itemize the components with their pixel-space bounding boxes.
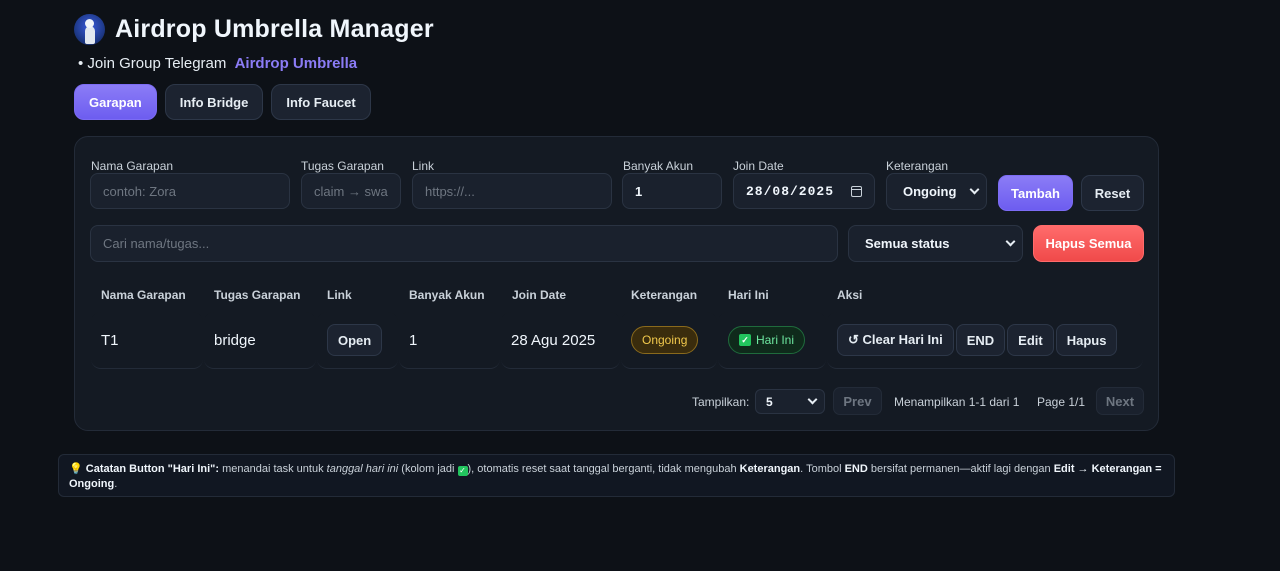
link-input[interactable]: https://... xyxy=(412,173,612,209)
note-title: Catatan Button "Hari Ini": xyxy=(85,463,220,475)
chevron-down-icon xyxy=(807,394,818,405)
edit-button[interactable]: Edit xyxy=(1007,324,1054,356)
app-header: Airdrop Umbrella Manager xyxy=(74,14,434,45)
col-header-join-date: Join Date xyxy=(512,288,567,302)
cell-hari-ini: ✓ Hari Ini xyxy=(718,312,826,369)
subtitle: • Join Group Telegram Airdrop Umbrella xyxy=(78,55,357,72)
hari-ini-label: Hari Ini xyxy=(756,333,795,347)
check-icon: ✓ xyxy=(739,334,751,346)
cell-nama: T1 xyxy=(91,312,203,369)
hari-ini-badge: ✓ Hari Ini xyxy=(728,326,806,354)
note-text: bersifat permanen—aktif lagi dengan xyxy=(867,463,1054,475)
tab-garapan[interactable]: Garapan xyxy=(74,84,157,120)
col-header-keterangan: Keterangan xyxy=(631,288,698,302)
note-box: 💡 Catatan Button "Hari Ini": menandai ta… xyxy=(58,454,1175,497)
chevron-down-icon xyxy=(969,184,980,195)
join-date-input[interactable]: 28/08/2025 xyxy=(733,173,875,209)
status-badge: Ongoing xyxy=(631,326,699,354)
prev-button[interactable]: Prev xyxy=(833,387,882,415)
check-icon: ✓ xyxy=(457,466,468,476)
keterangan-select-value: Ongoing xyxy=(903,184,957,199)
note-em: tanggal hari ini xyxy=(326,463,399,475)
col-header-hari-ini: Hari Ini xyxy=(728,288,769,302)
status-filter-value: Semua status xyxy=(865,236,950,251)
cell-keterangan: Ongoing xyxy=(621,312,717,369)
clear-hari-ini-button[interactable]: ↺ Clear Hari Ini xyxy=(837,324,954,356)
akun-input[interactable]: 1 xyxy=(622,173,722,209)
cell-link: Open xyxy=(317,312,398,369)
hapus-button[interactable]: Hapus xyxy=(1055,324,1118,356)
cell-aksi: ↺ Clear Hari Ini END Edit Hapus xyxy=(827,312,1143,369)
date-label: Join Date xyxy=(733,159,784,173)
garapan-panel: Nama Garapan Tugas Garapan Link Banyak A… xyxy=(74,136,1159,431)
search-input[interactable]: Cari nama/tugas... xyxy=(90,225,838,262)
col-header-link: Link xyxy=(327,288,352,302)
hapus-semua-button[interactable]: Hapus Semua xyxy=(1033,225,1144,262)
page-info: Page 1/1 xyxy=(1037,395,1086,409)
nama-input[interactable]: contoh: Zora xyxy=(90,173,290,209)
note-bold: END xyxy=(844,463,868,475)
cell-akun: 1 xyxy=(399,312,500,369)
keterangan-label: Keterangan xyxy=(886,159,949,173)
col-header-akun: Banyak Akun xyxy=(409,288,485,302)
akun-label: Banyak Akun xyxy=(623,159,694,173)
app-title: Airdrop Umbrella Manager xyxy=(115,15,434,43)
pagination-summary: Menampilkan 1-1 dari 1 xyxy=(894,395,1020,409)
col-header-nama: Nama Garapan xyxy=(101,288,186,302)
chevron-down-icon xyxy=(1005,236,1016,247)
note-text: (kolom jadi xyxy=(398,463,458,475)
page-size-value: 5 xyxy=(766,394,773,409)
cell-join-date: 28 Agu 2025 xyxy=(501,312,620,369)
tugas-label: Tugas Garapan xyxy=(301,159,384,173)
logo-icon xyxy=(74,14,105,45)
reset-button[interactable]: Reset xyxy=(1081,175,1144,211)
tugas-input[interactable]: claim → swa xyxy=(301,173,401,209)
note-text: . xyxy=(114,478,118,490)
note-bold: Keterangan xyxy=(739,463,801,475)
note-text: ), otomatis reset saat tanggal berganti,… xyxy=(467,463,740,475)
join-date-value: 28/08/2025 xyxy=(746,183,835,199)
lightbulb-icon: 💡 xyxy=(69,463,83,475)
cell-tugas: bridge xyxy=(204,312,316,369)
keterangan-select[interactable]: Ongoing xyxy=(886,173,987,210)
tab-info-bridge[interactable]: Info Bridge xyxy=(164,84,264,120)
link-label: Link xyxy=(412,159,435,173)
tab-info-faucet[interactable]: Info Faucet xyxy=(271,84,371,120)
page-size-select[interactable]: 5 xyxy=(755,389,825,414)
calendar-icon[interactable] xyxy=(851,185,862,197)
col-header-aksi: Aksi xyxy=(837,288,863,302)
tambah-button[interactable]: Tambah xyxy=(998,175,1073,211)
note-text: . Tombol xyxy=(800,463,845,475)
tab-bar: Garapan Info Bridge Info Faucet xyxy=(74,84,371,120)
subtitle-text: • Join Group Telegram xyxy=(78,55,227,72)
status-filter-select[interactable]: Semua status xyxy=(848,225,1023,262)
open-link-button[interactable]: Open xyxy=(327,324,383,356)
note-text: menandai task untuk xyxy=(219,463,327,475)
telegram-link[interactable]: Airdrop Umbrella xyxy=(235,55,358,72)
col-header-tugas: Tugas Garapan xyxy=(214,288,301,302)
end-button[interactable]: END xyxy=(955,324,1006,356)
nama-label: Nama Garapan xyxy=(91,159,174,173)
page-size-label: Tampilkan: xyxy=(692,395,750,409)
next-button[interactable]: Next xyxy=(1096,387,1144,415)
